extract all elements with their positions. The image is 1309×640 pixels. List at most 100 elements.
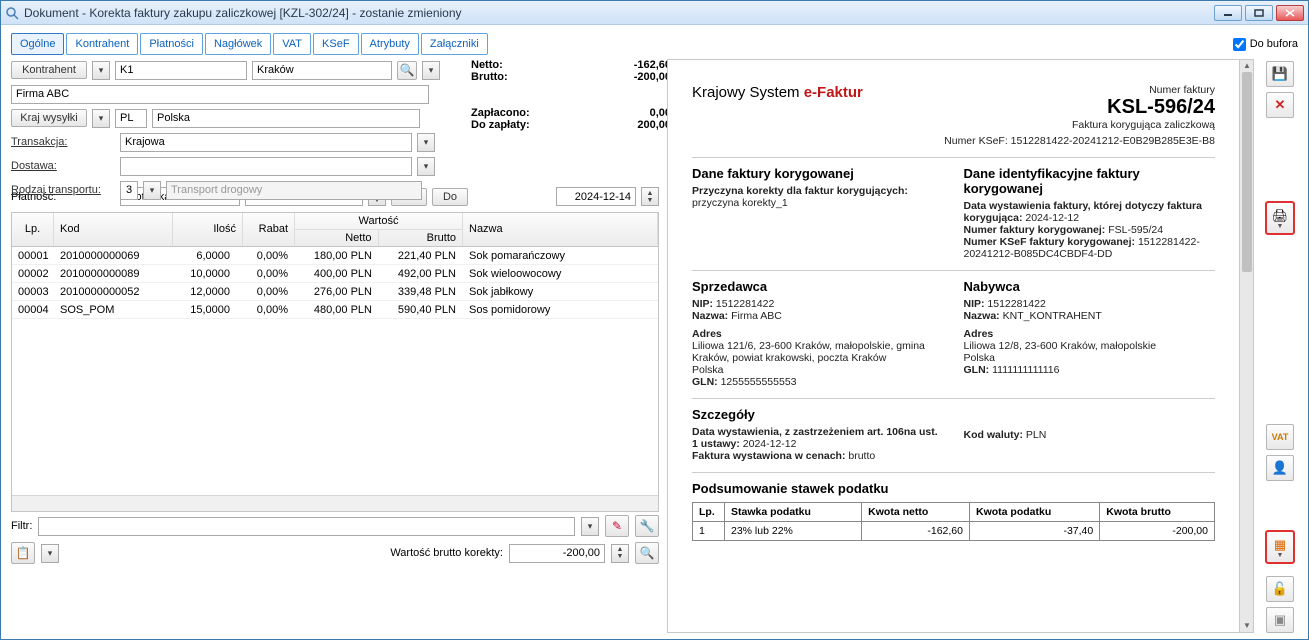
lookup-dropdown-icon[interactable]: ▾	[422, 61, 440, 80]
maximize-button[interactable]	[1245, 5, 1273, 21]
filter-label: Filtr:	[11, 520, 32, 532]
numer-faktury: KSL-596/24	[944, 96, 1215, 119]
col-netto[interactable]: Netto	[295, 230, 379, 246]
main-columns: Kontrahent ▾ 🔍 ▾ Kraj wysyłki ▾	[11, 59, 1298, 633]
dozaplaty-value: 200,00	[637, 119, 671, 131]
sec1-r2: Numer faktury korygowanej: FSL-595/24	[964, 224, 1216, 236]
col-lp[interactable]: Lp.	[12, 213, 54, 245]
window-title: Dokument - Korekta faktury zakupu zalicz…	[24, 6, 1214, 20]
do-bufora-input[interactable]	[1233, 38, 1246, 51]
lookup-icon[interactable]: 🔍	[397, 61, 417, 80]
tab-ksef[interactable]: KSeF	[313, 33, 359, 55]
do-bufora-checkbox[interactable]: Do bufora	[1233, 38, 1298, 51]
lock-icon[interactable]: 🔓	[1266, 576, 1294, 602]
preview-search-icon[interactable]: 🔍	[635, 542, 659, 564]
wartosc-input[interactable]	[509, 544, 605, 563]
preview-title: Krajowy System e-Faktur	[692, 84, 863, 147]
close-button[interactable]	[1276, 5, 1304, 21]
app-window: Dokument - Korekta faktury zakupu zalicz…	[0, 0, 1309, 640]
kraj-dropdown-icon[interactable]: ▾	[92, 109, 110, 128]
minimize-button[interactable]	[1214, 5, 1242, 21]
document-icon	[5, 6, 19, 20]
scroll-thumb[interactable]	[1242, 72, 1252, 272]
preview-scrollbar[interactable]: ▲ ▼	[1239, 60, 1253, 632]
buyer-header: Nabywca	[964, 279, 1216, 294]
filter-dropdown-icon[interactable]: ▾	[581, 517, 599, 536]
kontrahent-code-input[interactable]	[115, 61, 247, 80]
grid-body[interactable]: 0000120100000000696,00000,00%180,00 PLN2…	[12, 247, 658, 495]
seller-header: Sprzedawca	[692, 279, 944, 294]
tab-naglowek[interactable]: Nagłówek	[205, 33, 271, 55]
bottom-row: 📋 ▾ Wartość brutto korekty: ▲▼ 🔍	[11, 540, 659, 566]
table-row[interactable]: 00004SOS_POM15,00000,00%480,00 PLN590,40…	[12, 301, 658, 319]
col-kod[interactable]: Kod	[54, 213, 173, 245]
preview-subtitle: Faktura korygująca zaliczkową	[944, 119, 1215, 131]
col-nazwa[interactable]: Nazwa	[463, 213, 658, 245]
sec1-left-header: Dane faktury korygowanej	[692, 166, 944, 181]
tab-ogolne[interactable]: Ogólne	[11, 33, 64, 55]
rodzaj-text-input	[166, 181, 422, 200]
kraj-name-input[interactable]	[152, 109, 420, 128]
dostawa-dropdown-icon[interactable]: ▾	[417, 157, 435, 176]
table-row[interactable]: 00003201000000005212,00000,00%276,00 PLN…	[12, 283, 658, 301]
col-rabat[interactable]: Rabat	[243, 213, 295, 245]
tab-platnosci[interactable]: Płatności	[140, 33, 203, 55]
table-row[interactable]: 0000120100000000696,00000,00%180,00 PLN2…	[12, 247, 658, 265]
grid-hscroll[interactable]	[12, 495, 658, 511]
kontrahent-button[interactable]: Kontrahent	[11, 61, 87, 79]
col-wartosc-group: Wartość Netto Brutto	[295, 213, 463, 246]
col-ilosc[interactable]: Ilość	[173, 213, 243, 245]
user-icon[interactable]: 👤	[1266, 455, 1294, 481]
filter-edit-icon[interactable]: ✎	[605, 515, 629, 537]
items-grid: Lp. Kod Ilość Rabat Wartość Netto Brutto…	[11, 212, 659, 512]
tab-zalaczniki[interactable]: Załączniki	[421, 33, 488, 55]
tax-summary-header: Podsumowanie stawek podatku	[692, 481, 1215, 496]
titlebar: Dokument - Korekta faktury zakupu zalicz…	[1, 1, 1308, 25]
ksef-send-icon[interactable]: ▦▼	[1266, 531, 1294, 563]
scroll-down-icon[interactable]: ▼	[1242, 621, 1252, 631]
scroll-up-icon[interactable]: ▲	[1242, 61, 1252, 71]
sec1-r1: Data wystawienia faktury, której dotyczy…	[964, 200, 1216, 224]
wartosc-label: Wartość brutto korekty:	[390, 547, 503, 559]
rodzaj-dropdown-icon[interactable]: ▾	[143, 181, 161, 200]
preview-content[interactable]: Krajowy System e-Faktur Numer faktury KS…	[668, 60, 1239, 632]
right-pane: Krajowy System e-Faktur Numer faktury KS…	[667, 59, 1254, 633]
vat-icon[interactable]: VAT	[1266, 424, 1294, 450]
tab-atrybuty[interactable]: Atrybuty	[361, 33, 419, 55]
actions-icon[interactable]: 📋	[11, 542, 35, 564]
delete-icon[interactable]: ✕	[1266, 92, 1294, 118]
kontrahent-name-input[interactable]	[11, 85, 429, 104]
ksef-number: Numer KSeF: 1512281422-20241212-E0B29B28…	[944, 135, 1215, 147]
content-area: Ogólne Kontrahent Płatności Nagłówek VAT…	[1, 25, 1308, 639]
rodzaj-num-input[interactable]	[120, 181, 138, 200]
filter-tool-icon[interactable]: 🔧	[635, 515, 659, 537]
wartosc-spinner-icon[interactable]: ▲▼	[611, 544, 629, 563]
tab-kontrahent[interactable]: Kontrahent	[66, 33, 138, 55]
dozaplaty-label: Do zapłaty:	[471, 119, 530, 131]
toolbar-column: 💾 ✕ 🖨▼ VAT 👤 ▦▼ 🔓 ▣	[1262, 59, 1298, 633]
table-row[interactable]: 00002201000000008910,00000,00%400,00 PLN…	[12, 265, 658, 283]
filter-input[interactable]	[38, 517, 575, 536]
sec1-right-header: Dane identyfikacyjne faktury korygowanej	[964, 166, 1216, 196]
tax-table: Lp. Stawka podatku Kwota netto Kwota pod…	[692, 502, 1215, 541]
grid-header: Lp. Kod Ilość Rabat Wartość Netto Brutto…	[12, 213, 658, 247]
form-top: Kontrahent ▾ 🔍 ▾ Kraj wysyłki ▾	[11, 59, 659, 179]
filter-row: Filtr: ▾ ✎ 🔧	[11, 514, 659, 538]
save-icon[interactable]: 💾	[1266, 61, 1294, 87]
col-wartosc: Wartość	[295, 213, 462, 230]
transakcja-input[interactable]	[120, 133, 412, 152]
col-brutto[interactable]: Brutto	[379, 230, 463, 246]
kontrahent-city-input[interactable]	[252, 61, 392, 80]
transakcja-dropdown-icon[interactable]: ▾	[417, 133, 435, 152]
sec1-l1: Przyczyna korekty dla faktur korygującyc…	[692, 185, 944, 209]
netto-value: -162,60	[634, 59, 671, 71]
kraj-button[interactable]: Kraj wysyłki	[11, 109, 87, 127]
dostawa-input[interactable]	[120, 157, 412, 176]
stack-icon[interactable]: ▣	[1266, 607, 1294, 633]
tab-vat[interactable]: VAT	[273, 33, 311, 55]
kontrahent-dropdown-icon[interactable]: ▾	[92, 61, 110, 80]
left-pane: Kontrahent ▾ 🔍 ▾ Kraj wysyłki ▾	[11, 59, 659, 633]
print-icon[interactable]: 🖨▼	[1266, 202, 1294, 234]
kraj-code-input[interactable]	[115, 109, 147, 128]
actions-dropdown-icon[interactable]: ▾	[41, 544, 59, 563]
